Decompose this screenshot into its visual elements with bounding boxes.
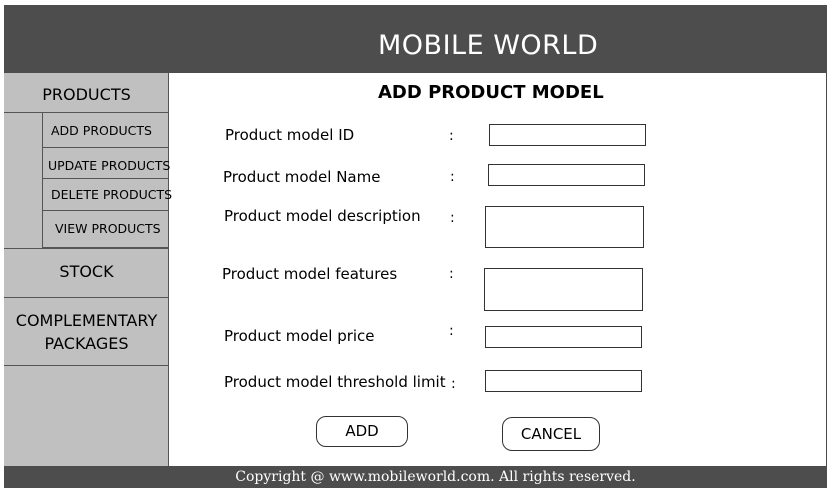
field-label-model-description: Product model description xyxy=(224,207,421,225)
add-button[interactable]: ADD xyxy=(316,416,408,447)
field-colon: : xyxy=(449,323,454,339)
model-threshold-input[interactable] xyxy=(485,370,642,392)
field-label-model-name: Product model Name xyxy=(223,168,381,186)
field-colon: : xyxy=(449,128,454,144)
footer-copyright: Copyright @ www.mobileworld.com. All rig… xyxy=(4,466,827,488)
sidebar-item-stock[interactable]: STOCK xyxy=(4,248,169,298)
app-title: MOBILE WORLD xyxy=(378,30,599,61)
field-label-model-id: Product model ID xyxy=(225,126,355,144)
sidebar-item-update-products[interactable]: UPDATE PRODUCTS xyxy=(42,148,170,179)
sidebar-item-view-products[interactable]: VIEW PRODUCTS xyxy=(42,211,169,248)
form-title: ADD PRODUCT MODEL xyxy=(378,82,604,103)
field-colon: : xyxy=(450,210,455,226)
sidebar-item-add-products[interactable]: ADD PRODUCTS xyxy=(42,113,169,148)
field-colon: : xyxy=(449,266,454,282)
sidebar-item-complementary-packages[interactable]: COMPLEMENTARY PACKAGES xyxy=(4,298,169,366)
sidebar-item-delete-products[interactable]: DELETE PRODUCTS xyxy=(42,179,172,211)
field-label-model-threshold-limit: Product model threshold limit xyxy=(224,373,446,391)
model-price-input[interactable] xyxy=(485,326,642,348)
sidebar-item-products[interactable]: PRODUCTS xyxy=(4,73,169,113)
field-colon: : xyxy=(451,376,456,392)
model-name-input[interactable] xyxy=(488,164,645,186)
sidebar-item-label: COMPLEMENTARY xyxy=(15,311,158,330)
sidebar-item-label: PACKAGES xyxy=(44,334,129,353)
field-label-model-price: Product model price xyxy=(224,327,375,345)
model-description-textarea[interactable] xyxy=(485,206,644,248)
sidebar: PRODUCTS ADD PRODUCTS UPDATE PRODUCTS DE… xyxy=(4,73,172,466)
cancel-button[interactable]: CANCEL xyxy=(502,417,600,451)
field-colon: : xyxy=(450,169,455,185)
field-label-model-features: Product model features xyxy=(222,265,398,283)
model-id-input[interactable] xyxy=(489,124,646,146)
model-features-textarea[interactable] xyxy=(484,268,643,311)
